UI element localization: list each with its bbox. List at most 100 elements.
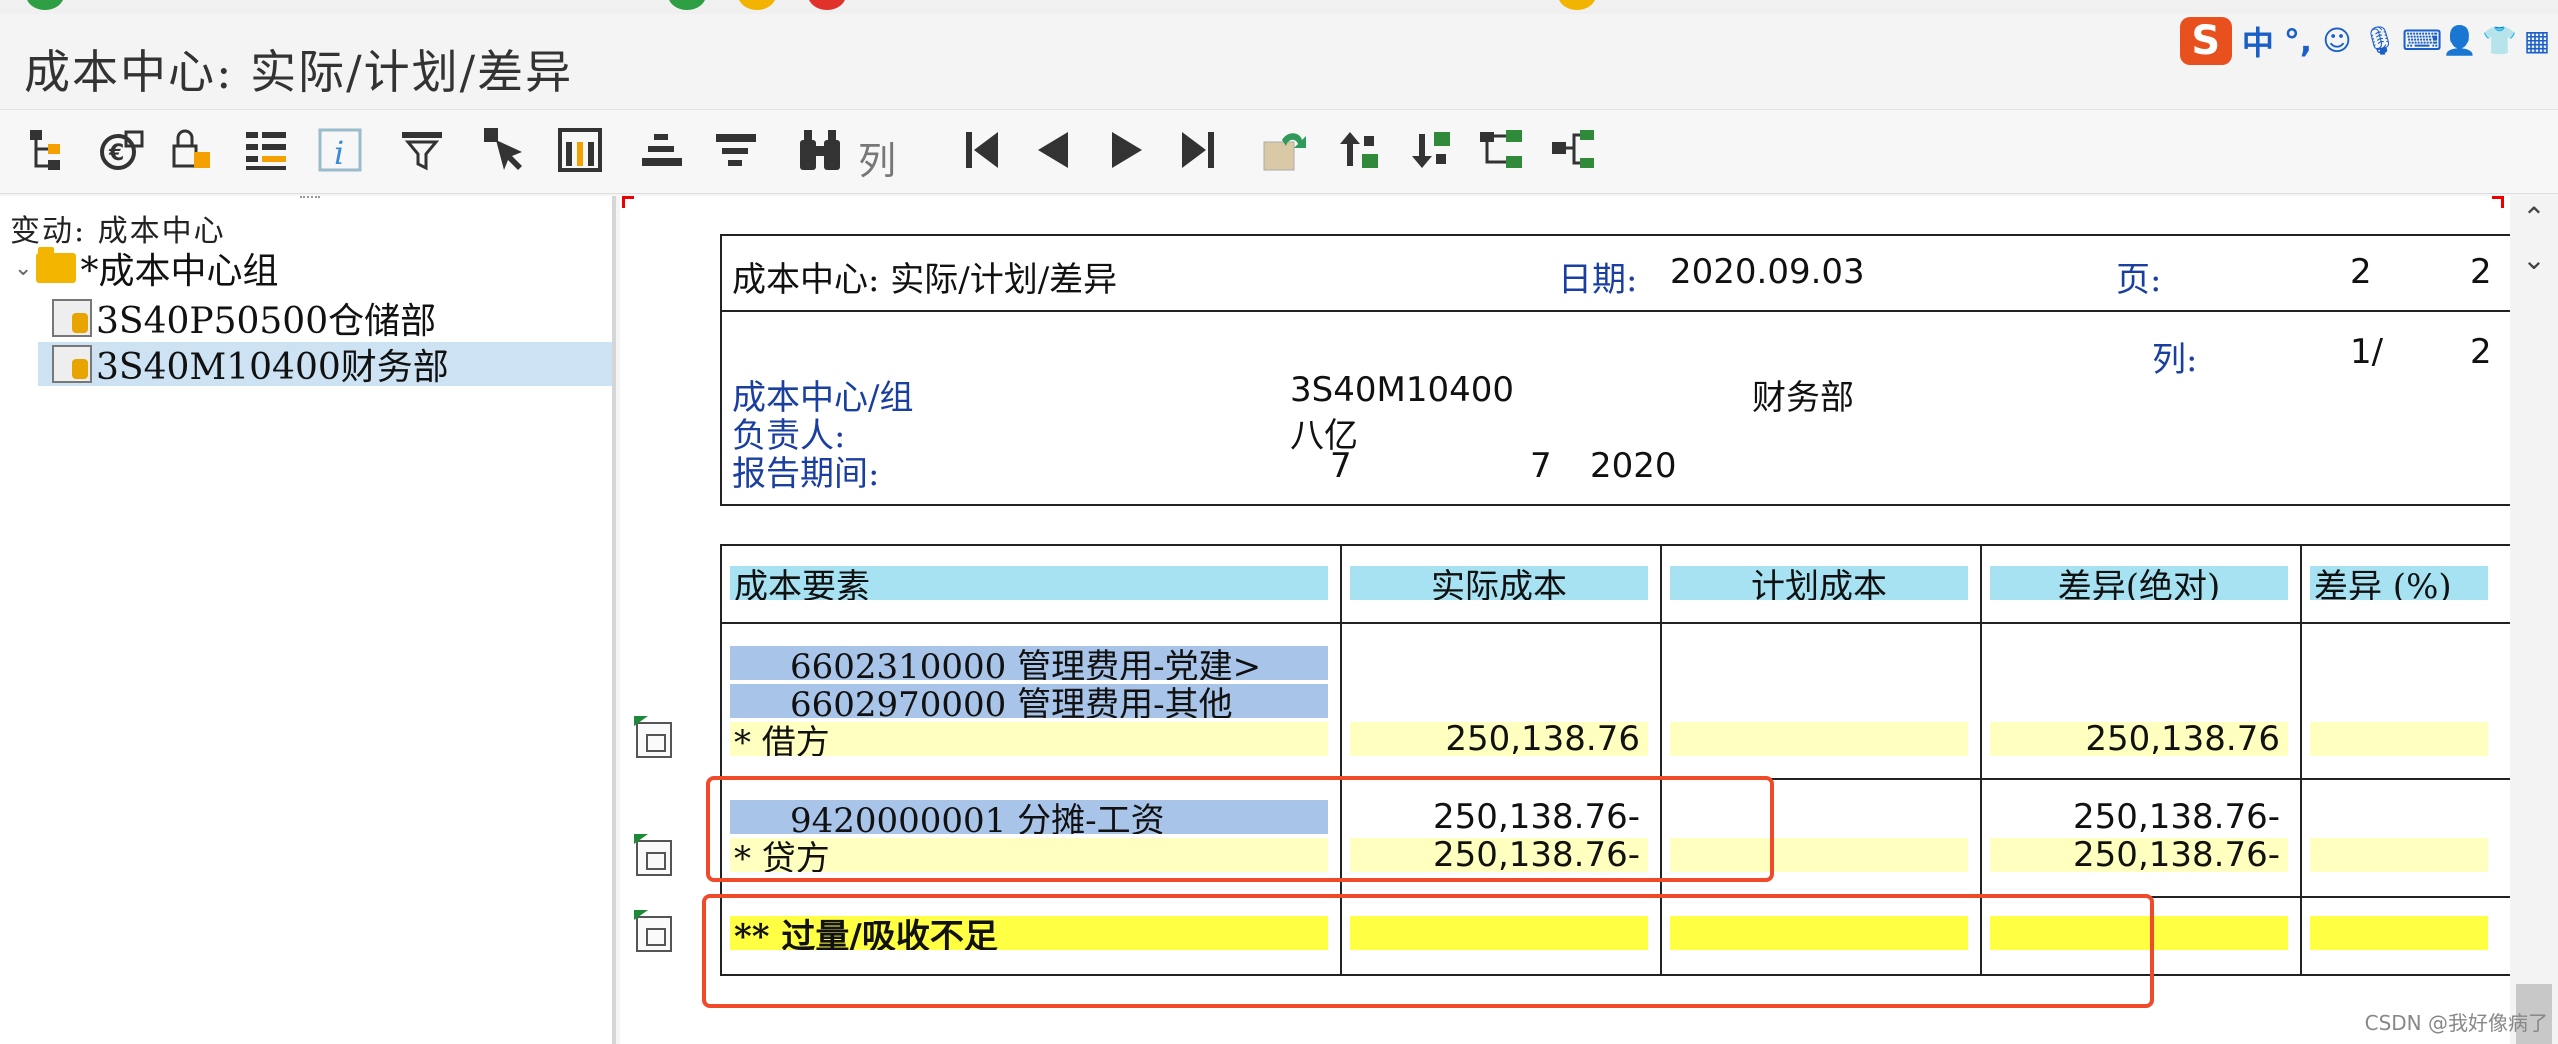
enter-icon[interactable] [668, 0, 706, 10]
filter-icon[interactable] [396, 122, 452, 178]
application-toolbar: € i 列 [0, 110, 2558, 194]
select-cursor-icon[interactable] [478, 122, 534, 178]
center-name: 财务部 [1752, 378, 1854, 418]
debit-plan [1670, 722, 1968, 756]
cancel-icon[interactable] [808, 0, 846, 10]
expand-down-icon[interactable] [1402, 122, 1458, 178]
tree-item-label: 3S40P50500仓储部 [96, 301, 437, 342]
col-value: 1/ [2350, 332, 2384, 372]
info-icon[interactable]: i [312, 122, 368, 178]
col-header-variance-abs[interactable]: 差异(绝对) [1990, 566, 2288, 600]
period-from: 7 [1330, 446, 1352, 486]
status-green-icon [26, 0, 64, 10]
keyboard-icon[interactable]: ⌨ [2402, 26, 2442, 56]
column-label[interactable]: 列 [858, 130, 896, 185]
debit-actual: 250,138.76 [1350, 722, 1648, 756]
panel-grip[interactable] [300, 196, 320, 202]
top-icon-strip [0, 0, 2558, 14]
debit-diff: 250,138.76 [1990, 722, 2288, 756]
mic-icon[interactable]: 🎙 [2362, 26, 2398, 56]
tree-root-label: *成本中心组 [80, 251, 279, 292]
tree-item-3S40M10400[interactable]: 3S40M10400财务部 [38, 342, 612, 388]
table-row-6602310000[interactable]: 6602310000 管理费用-党建> [730, 646, 1328, 680]
credit-pct [2310, 838, 2488, 872]
shirt-icon[interactable]: 👕 [2482, 26, 2517, 56]
date-value: 2020.09.03 [1670, 252, 1865, 292]
credit-diff: 250,138.76- [1990, 838, 2288, 872]
svg-text:€: € [108, 141, 124, 166]
watermark: CSDN @我好像病了 [2364, 1011, 2548, 1035]
ime-toolbar: S 中 °, ☺ 🎙 ⌨ 👤 👕 ▦ [2179, 14, 2558, 68]
page-title: 成本中心: 实际/计划/差异 [24, 45, 574, 99]
drilldown-icon[interactable] [636, 916, 672, 952]
tree-item-3S40P50500[interactable]: 3S40P50500仓储部 [38, 296, 436, 342]
drilldown-icon[interactable] [636, 722, 672, 758]
cost-center-icon [52, 299, 92, 337]
column-divider [2300, 546, 2302, 974]
svg-text:i: i [334, 134, 344, 172]
user-icon[interactable]: 👤 [2442, 26, 2477, 56]
col-header-plan[interactable]: 计划成本 [1670, 566, 1968, 600]
last-page-icon[interactable] [1170, 122, 1226, 178]
sort-desc-icon[interactable] [708, 122, 764, 178]
date-label: 日期: [1558, 260, 1638, 300]
page-label: 页: [2116, 260, 2162, 300]
marker-corner [622, 196, 634, 208]
tree-item-label: 3S40M10400财务部 [96, 347, 449, 388]
export-icon[interactable] [1256, 122, 1312, 178]
sort-asc-icon[interactable] [634, 122, 690, 178]
title-bar: 成本中心: 实际/计划/差异 S 中 °, ☺ 🎙 ⌨ 👤 👕 ▦ [0, 14, 2558, 110]
expand-up-icon[interactable] [1330, 122, 1386, 178]
prev-page-icon[interactable] [1026, 122, 1082, 178]
debit-pct [2310, 722, 2488, 756]
highlight-box-credit [706, 776, 1774, 882]
row-diff: 250,138.76- [1990, 800, 2288, 834]
col-header-variance-pct[interactable]: 差异 (%) [2310, 566, 2488, 600]
report-title: 成本中心: 实际/计划/差异 [732, 260, 1118, 300]
smile-icon[interactable]: ☺ [2322, 26, 2352, 56]
back-icon[interactable] [738, 0, 776, 10]
layout-icon[interactable] [552, 122, 608, 178]
first-page-icon[interactable] [954, 122, 1010, 178]
col-header-element[interactable]: 成本要素 [730, 566, 1328, 600]
row-divider [722, 622, 2510, 624]
list-icon[interactable] [238, 122, 294, 178]
help-icon[interactable] [1558, 0, 1596, 10]
chevron-down-icon[interactable]: ⌄ [14, 256, 32, 281]
col-total: 2 [2470, 332, 2492, 372]
ime-punct-toggle[interactable]: °, [2284, 22, 2312, 60]
marker-corner-right [2492, 196, 2504, 208]
lock-icon[interactable] [164, 122, 220, 178]
grid-icon[interactable]: ▦ [2522, 26, 2552, 56]
period-label: 报告期间: [732, 454, 880, 494]
total-pct [2310, 916, 2488, 950]
sogou-logo-icon[interactable]: S [2179, 17, 2232, 65]
table-row-6602970000[interactable]: 6602970000 管理费用-其他 [730, 684, 1328, 718]
vertical-scrollbar[interactable]: ⌃ ⌄ [2510, 196, 2558, 1044]
page-current: 2 [2350, 252, 2372, 292]
find-icon[interactable] [792, 122, 848, 178]
center-code: 3S40M10400 [1290, 370, 1514, 410]
next-page-icon[interactable] [1098, 122, 1154, 178]
period-year: 2020 [1590, 446, 1677, 486]
cost-center-tree-panel: 变动: 成本中心 ⌄ *成本中心组 3S40P50500仓储部 3S40M104… [0, 196, 616, 1044]
col-label: 列: [2152, 340, 2198, 380]
period-to: 7 [1530, 446, 1552, 486]
scroll-down-icon[interactable]: ⌄ [2520, 246, 2548, 274]
drilldown-icon[interactable] [636, 840, 672, 876]
tree-collapse-icon[interactable] [1546, 122, 1602, 178]
page-total: 2 [2470, 252, 2492, 292]
hierarchy-icon[interactable] [22, 122, 78, 178]
scroll-up-icon[interactable]: ⌃ [2520, 204, 2548, 232]
col-header-actual[interactable]: 实际成本 [1350, 566, 1648, 600]
highlight-box-total [702, 894, 2154, 1008]
tree-expand-icon[interactable] [1474, 122, 1530, 178]
cost-center-icon [52, 345, 92, 383]
ime-mode-toggle[interactable]: 中 [2242, 18, 2274, 64]
currency-icon[interactable]: € [94, 122, 150, 178]
debit-subtotal-label: * 借方 [730, 722, 1328, 756]
table-cell [1350, 646, 1648, 680]
header-divider [722, 310, 2510, 312]
folder-icon [36, 247, 77, 283]
tree-root-node[interactable]: ⌄ *成本中心组 [14, 246, 278, 292]
